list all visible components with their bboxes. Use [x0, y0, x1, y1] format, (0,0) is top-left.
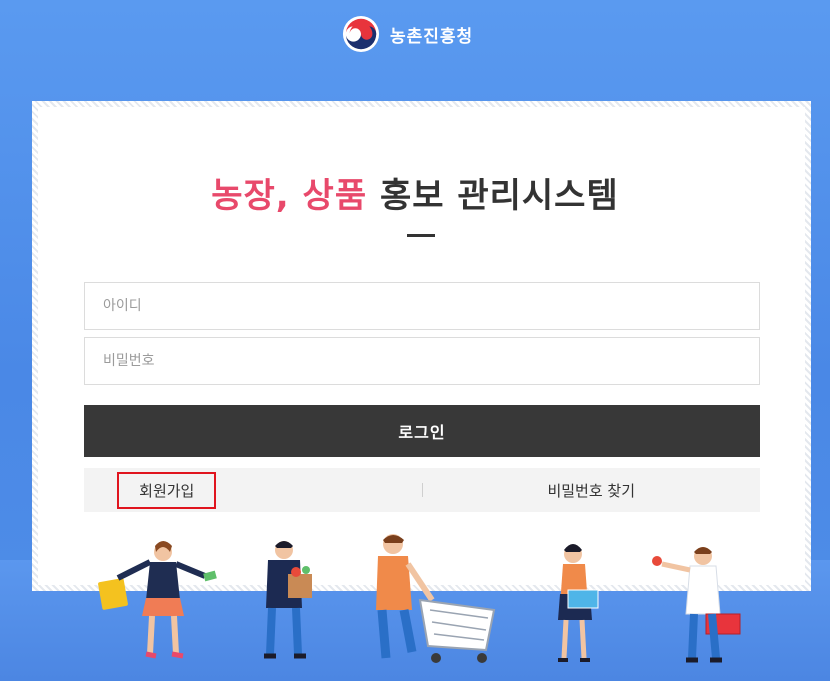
shoppers-illustration — [98, 534, 741, 663]
org-logo[interactable]: 농촌진흥청 — [342, 14, 473, 54]
find-password-link[interactable]: 비밀번호 찾기 — [423, 468, 761, 512]
taegeuk-logo-icon — [342, 15, 380, 53]
find-password-label: 비밀번호 찾기 — [547, 481, 636, 500]
page-title-accent: 농장, 상품 — [211, 176, 368, 216]
page-title-rest: 홍보 관리시스템 — [367, 176, 619, 216]
page-title: 농장, 상품 홍보 관리시스템 — [0, 168, 830, 217]
shopper-woman-basket-icon — [558, 544, 599, 662]
login-button[interactable]: 로그인 — [84, 405, 760, 457]
signup-label: 회원가입 — [117, 471, 217, 509]
shopper-woman-bag-icon — [98, 541, 217, 659]
signup-link[interactable]: 회원가입 — [84, 468, 422, 512]
shopper-man-groceries-icon — [264, 541, 312, 659]
org-name: 농촌진흥청 — [390, 26, 474, 47]
shopper-man-cart-icon — [376, 534, 496, 663]
shopper-man-basket-icon — [652, 547, 741, 663]
title-divider — [407, 234, 435, 237]
id-input[interactable] — [84, 282, 760, 330]
account-links: 회원가입 비밀번호 찾기 — [84, 468, 760, 512]
password-input[interactable] — [84, 337, 760, 385]
